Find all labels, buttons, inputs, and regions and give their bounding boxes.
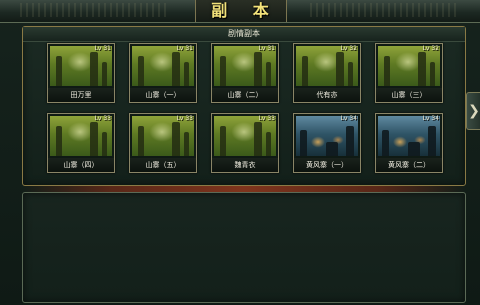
level-label: Lv 33 (258, 115, 275, 122)
level-label: Lv 33 (176, 115, 193, 122)
level-label: Lv 33 (94, 115, 111, 122)
dungeon-thumbnail (214, 46, 276, 86)
dungeon-name: 黄风寨（一） (294, 158, 360, 172)
dungeon-card[interactable]: Lv 33 魏青衣 (211, 113, 279, 173)
dungeon-detail-panel (22, 192, 466, 303)
dungeon-thumbnail (214, 116, 276, 156)
panel-title: 剧情副本 (228, 29, 260, 38)
title-ornament-left (20, 3, 170, 17)
dungeon-name: 山寨（三） (376, 88, 442, 102)
dungeon-name: 山寨（五） (130, 158, 196, 172)
level-label: Lv 32 (422, 45, 439, 52)
dungeon-thumbnail (378, 116, 440, 156)
dungeon-card[interactable]: Lv 33 山寨（四） (47, 113, 115, 173)
dungeon-thumbnail (296, 46, 358, 86)
chevron-right-icon: ❯ (468, 103, 480, 119)
dungeon-name: 田万里 (48, 88, 114, 102)
dungeon-card[interactable]: Lv 34 黄风寨（一） (293, 113, 361, 173)
dungeon-thumbnail (132, 46, 194, 86)
dungeon-thumbnail (50, 46, 112, 86)
dungeon-name: 山寨（四） (48, 158, 114, 172)
dungeon-card[interactable]: Lv 31 山寨（一） (129, 43, 197, 103)
level-label: Lv 32 (340, 45, 357, 52)
dungeon-name: 山寨（一） (130, 88, 196, 102)
expand-side-tab[interactable]: ❯ (466, 92, 480, 130)
window-title: 副 本 (211, 1, 279, 20)
dungeon-window: 副 本 剧情副本 Lv 31 田万里 Lv 31 山寨（一） Lv 31 山寨（… (0, 0, 480, 305)
story-dungeon-panel: 剧情副本 Lv 31 田万里 Lv 31 山寨（一） Lv 31 山寨（二） L… (22, 26, 466, 186)
dungeon-name: 黄风寨（二） (376, 158, 442, 172)
level-label: Lv 34 (422, 115, 439, 122)
dungeon-name: 山寨（二） (212, 88, 278, 102)
dungeon-thumbnail (296, 116, 358, 156)
dungeon-name: 魏青衣 (212, 158, 278, 172)
dungeon-card[interactable]: Lv 34 黄风寨（二） (375, 113, 443, 173)
dungeon-card[interactable]: Lv 32 山寨（三） (375, 43, 443, 103)
dungeon-card[interactable]: Lv 32 代有亦 (293, 43, 361, 103)
level-label: Lv 34 (340, 115, 357, 122)
dungeon-card[interactable]: Lv 31 山寨（二） (211, 43, 279, 103)
dungeon-card[interactable]: Lv 33 山寨（五） (129, 113, 197, 173)
title-bar: 副 本 (0, 0, 480, 23)
dungeon-thumbnail (50, 116, 112, 156)
dungeon-thumbnail (378, 46, 440, 86)
level-label: Lv 31 (176, 45, 193, 52)
dungeon-name: 代有亦 (294, 88, 360, 102)
level-label: Lv 31 (94, 45, 111, 52)
level-label: Lv 31 (258, 45, 275, 52)
dungeon-thumbnail (132, 116, 194, 156)
title-ornament-right (310, 3, 460, 17)
dungeon-card[interactable]: Lv 31 田万里 (47, 43, 115, 103)
